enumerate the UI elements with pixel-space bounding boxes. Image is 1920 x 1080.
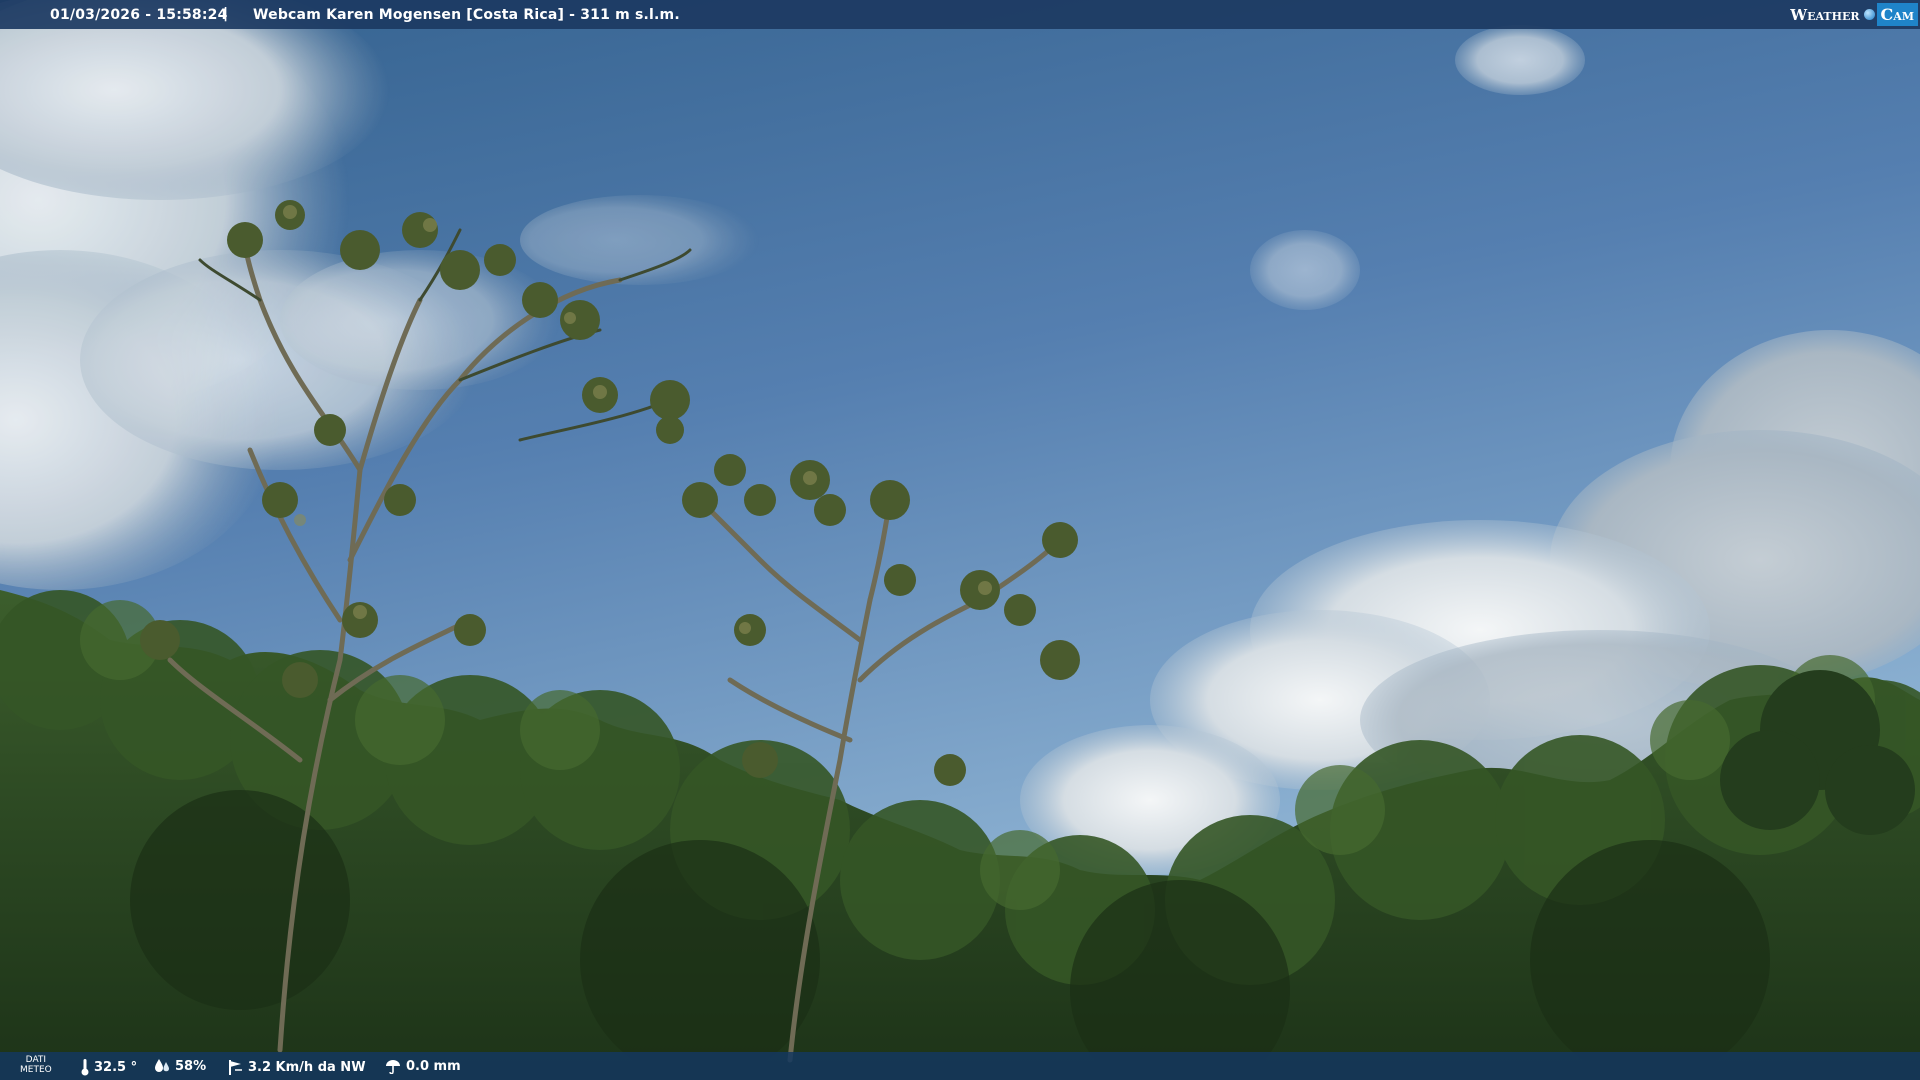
webcam-title: Webcam Karen Mogensen [Costa Rica] - 311… [253,7,680,23]
webcam-frame: 01/03/2026 - 15:58:24 | Webcam Karen Mog… [0,0,1920,1080]
rain-value: 0.0 mm [406,1058,461,1074]
globe-icon [1863,9,1875,20]
weather-label-line1: DATI [25,1055,47,1065]
weathercam-logo: Weather Cam [1786,1,1918,28]
humidity-reading: 58% [153,1058,206,1074]
webcam-info-bar: 01/03/2026 - 15:58:24 | Webcam Karen Mog… [0,0,1920,29]
thermometer-icon [81,1059,89,1076]
rain-reading: 0.0 mm [384,1058,461,1074]
logo-cam-text: Cam [1876,3,1918,26]
humidity-value: 58% [175,1058,207,1074]
timestamp: 01/03/2026 - 15:58:24 [50,7,228,23]
logo-weather-text: Weather [1790,5,1860,24]
weather-data-bar: DATI METEO 32.5 ° 58% 3.2 Km/h da NW 0.0… [0,1052,1920,1080]
rain-gauge-icon [386,1060,400,1074]
temperature-reading: 32.5 ° [80,1058,137,1076]
wind-reading: 3.2 Km/h da NW [226,1058,366,1076]
weather-data-label: DATI METEO [20,1055,52,1075]
wind-vane-icon [229,1060,242,1075]
wind-value: 3.2 Km/h da NW [248,1059,366,1075]
webcam-image [0,0,1920,1080]
temperature-value: 32.5 ° [94,1059,138,1075]
humidity-drop-icon [155,1059,169,1072]
separator: | [223,6,229,22]
weather-label-line2: METEO [20,1065,52,1075]
